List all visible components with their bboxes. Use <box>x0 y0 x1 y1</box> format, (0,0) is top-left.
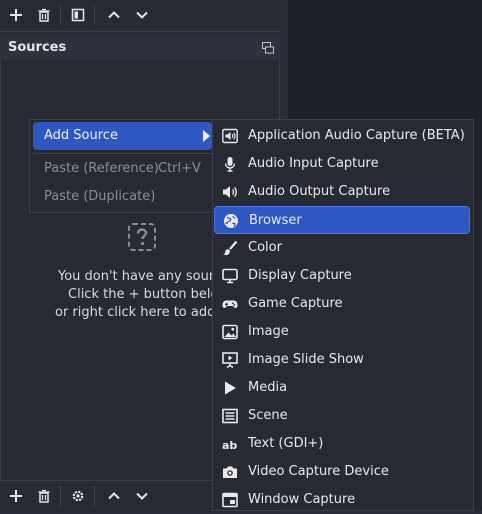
submenu-item-video-capture-device[interactable]: Video Capture Device <box>214 458 470 486</box>
add-source-button[interactable] <box>4 484 28 508</box>
empty-state-line-3: or right click here to add or <box>55 305 233 320</box>
submenu-item-label: Audio Input Capture <box>248 156 379 171</box>
submenu-item-label: Display Capture <box>248 268 352 283</box>
float-dock-icon[interactable] <box>262 42 274 54</box>
submenu-item-label: Game Capture <box>248 296 343 311</box>
plus-icon <box>10 9 22 21</box>
scenes-toolbar <box>0 0 280 32</box>
submenu-item-browser[interactable]: Browser <box>214 206 470 234</box>
submenu-item-label: Image Slide Show <box>248 352 364 367</box>
gamepad-icon <box>222 296 238 312</box>
submenu-item-display-capture[interactable]: Display Capture <box>214 262 470 290</box>
move-scene-up-button[interactable] <box>102 3 126 27</box>
submenu-item-label: Media <box>248 380 288 395</box>
arrow-up-icon <box>108 11 120 19</box>
arrow-down-icon <box>136 492 148 500</box>
svg-text:ab: ab <box>222 439 237 452</box>
submenu-item-audio-output-capture[interactable]: Audio Output Capture <box>214 178 470 206</box>
submenu-item-scene[interactable]: Scene <box>214 402 470 430</box>
submenu-item-label: Scene <box>248 408 288 423</box>
submenu-item-label: Window Capture <box>248 492 356 507</box>
trash-icon <box>38 489 50 503</box>
paste-reference-shortcut: Ctrl+V <box>158 161 201 176</box>
toolbar-separator <box>94 486 95 506</box>
filter-icon <box>71 8 85 22</box>
add-source-label: Add Source <box>44 128 118 143</box>
remove-scene-button[interactable] <box>32 3 56 27</box>
toolbar-separator <box>60 5 61 25</box>
submenu-item-audio-input-capture[interactable]: Audio Input Capture <box>214 150 470 178</box>
scene-icon <box>222 408 238 424</box>
gear-icon <box>72 490 84 502</box>
question-icon <box>128 223 156 251</box>
app-audio-icon <box>222 128 238 144</box>
brush-icon <box>222 240 238 256</box>
menu-separator <box>33 153 212 154</box>
submenu-item-text-gdi[interactable]: ab Text (GDI+) <box>214 430 470 458</box>
speaker-icon <box>222 184 238 200</box>
toolbar-separator <box>94 5 95 25</box>
camera-icon <box>222 464 238 480</box>
submenu-item-label: Application Audio Capture (BETA) <box>248 128 465 143</box>
move-source-up-button[interactable] <box>102 484 126 508</box>
play-icon <box>222 380 238 396</box>
plus-icon <box>10 490 22 502</box>
arrow-down-icon <box>136 11 148 19</box>
empty-state-line-2: Click the + button below <box>68 287 230 302</box>
submenu-item-media[interactable]: Media <box>214 374 470 402</box>
source-properties-button[interactable] <box>66 484 90 508</box>
move-scene-down-button[interactable] <box>130 3 154 27</box>
submenu-item-application-audio-capture[interactable]: Application Audio Capture (BETA) <box>214 122 470 150</box>
submenu-item-label: Audio Output Capture <box>248 184 391 199</box>
image-icon <box>222 324 238 340</box>
trash-icon <box>38 8 50 22</box>
submenu-item-label: Video Capture Device <box>248 464 389 479</box>
submenu-item-label: Browser <box>249 213 302 228</box>
submenu-item-game-capture[interactable]: Game Capture <box>214 290 470 318</box>
add-scene-button[interactable] <box>4 3 28 27</box>
globe-icon <box>223 213 239 229</box>
sources-title: Sources <box>8 40 67 55</box>
window-icon <box>222 492 238 508</box>
paste-duplicate-menu-item: Paste (Duplicate) <box>44 189 156 204</box>
submenu-item-window-capture[interactable]: Window Capture <box>214 486 470 514</box>
submenu-item-image-slide-show[interactable]: Image Slide Show <box>214 346 470 374</box>
toolbar-separator <box>60 486 61 506</box>
submenu-arrow-icon <box>203 130 210 142</box>
text-icon: ab <box>222 436 238 452</box>
remove-source-button[interactable] <box>32 484 56 508</box>
submenu-item-color[interactable]: Color <box>214 234 470 262</box>
scene-filters-button[interactable] <box>66 3 90 27</box>
paste-reference-menu-item: Paste (Reference) <box>44 161 159 176</box>
submenu-item-label: Image <box>248 324 289 339</box>
empty-state-line-1: You don't have any source <box>58 269 230 284</box>
submenu-item-label: Text (GDI+) <box>248 436 324 451</box>
arrow-up-icon <box>108 492 120 500</box>
submenu-item-label: Color <box>248 240 282 255</box>
monitor-icon <box>222 268 238 284</box>
move-source-down-button[interactable] <box>130 484 154 508</box>
slideshow-icon <box>222 352 238 368</box>
microphone-icon <box>222 156 238 172</box>
submenu-item-image[interactable]: Image <box>214 318 470 346</box>
